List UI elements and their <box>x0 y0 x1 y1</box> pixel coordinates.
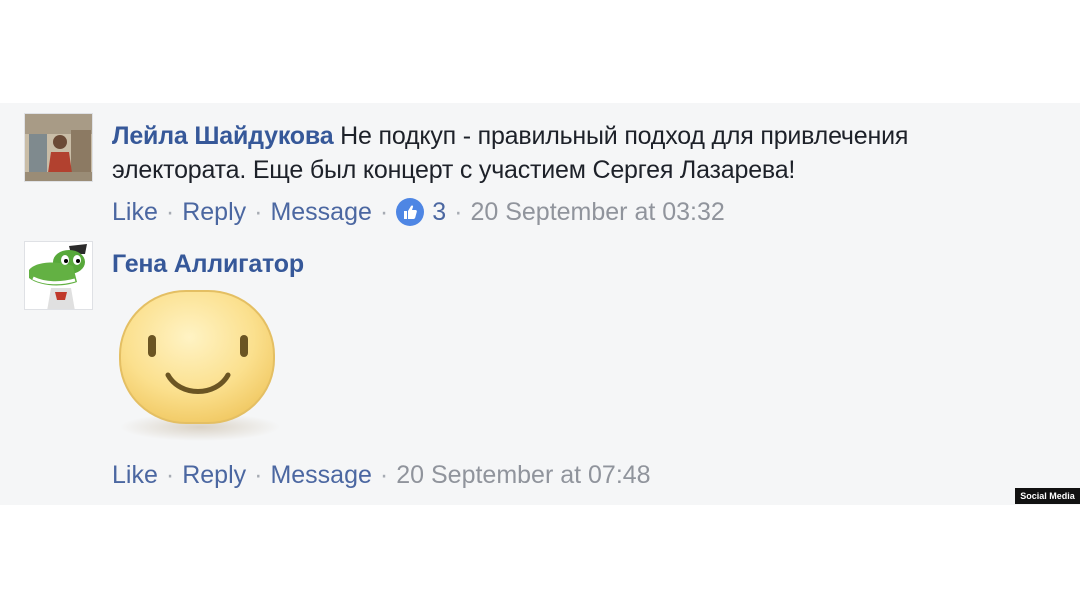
smiley-sticker <box>112 287 288 447</box>
thumbs-up-icon <box>396 198 425 226</box>
reply-link[interactable]: Reply <box>182 196 246 228</box>
comment-body: Лейла Шайдукова Не подкуп - правильный п… <box>112 119 1012 228</box>
comment-text: Гена Аллигатор <box>112 247 1012 281</box>
comment-author[interactable]: Лейла Шайдукова <box>112 122 334 150</box>
avatar[interactable] <box>24 113 93 182</box>
separator: · <box>379 198 389 226</box>
comment-author[interactable]: Гена Аллигатор <box>112 250 304 278</box>
avatar-image <box>25 242 92 309</box>
separator: · <box>165 461 175 489</box>
comment-timestamp[interactable]: 20 September at 07:48 <box>396 459 650 491</box>
like-link[interactable]: Like <box>112 196 158 228</box>
avatar-image <box>25 114 92 181</box>
comment-text-line-2: электората. Еще был концерт с участием С… <box>112 156 796 184</box>
comment-body: Гена Аллигатор Like · Reply · Message · … <box>112 247 1012 491</box>
like-count: 3 <box>432 198 447 226</box>
comment-timestamp[interactable]: 20 September at 03:32 <box>470 196 724 228</box>
comment-actions: Like · Reply · Message · 3 · 20 Septembe… <box>112 196 1012 228</box>
message-link[interactable]: Message <box>270 459 371 491</box>
avatar[interactable] <box>24 241 93 310</box>
separator: · <box>165 198 175 226</box>
separator: · <box>254 198 263 226</box>
reply-link[interactable]: Reply <box>182 459 246 491</box>
like-link[interactable]: Like <box>112 459 158 491</box>
reaction-count[interactable]: 3 <box>396 196 446 228</box>
comments-panel: Лейла Шайдукова Не подкуп - правильный п… <box>0 103 1080 505</box>
comment-text-line-1: Не подкуп - правильный подход для привле… <box>340 122 909 150</box>
separator: · <box>379 461 389 489</box>
message-link[interactable]: Message <box>270 196 371 228</box>
comment-actions: Like · Reply · Message · 20 September at… <box>112 459 1012 491</box>
comment-text: Лейла Шайдукова Не подкуп - правильный п… <box>112 119 1012 153</box>
separator: · <box>254 461 263 489</box>
watermark-label: Social Media <box>1015 488 1080 504</box>
separator: · <box>454 198 463 226</box>
